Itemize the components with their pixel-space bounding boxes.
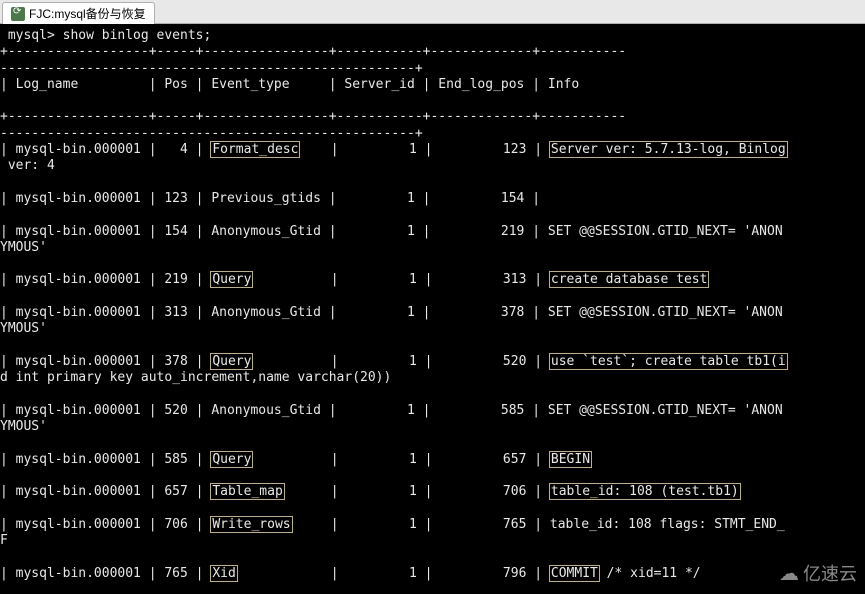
tab-mysql-backup[interactable]: FJC:mysql备份与恢复 <box>2 2 155 24</box>
tab-title: FJC:mysql备份与恢复 <box>29 5 146 22</box>
cloud-icon: ☁ <box>779 561 799 586</box>
watermark: ☁ 亿速云 <box>779 560 857 586</box>
terminal-output[interactable]: mysql> show binlog events; +------------… <box>0 24 865 594</box>
tab-bar: FJC:mysql备份与恢复 <box>0 0 865 24</box>
watermark-text: 亿速云 <box>803 560 857 586</box>
terminal-icon <box>11 7 25 21</box>
